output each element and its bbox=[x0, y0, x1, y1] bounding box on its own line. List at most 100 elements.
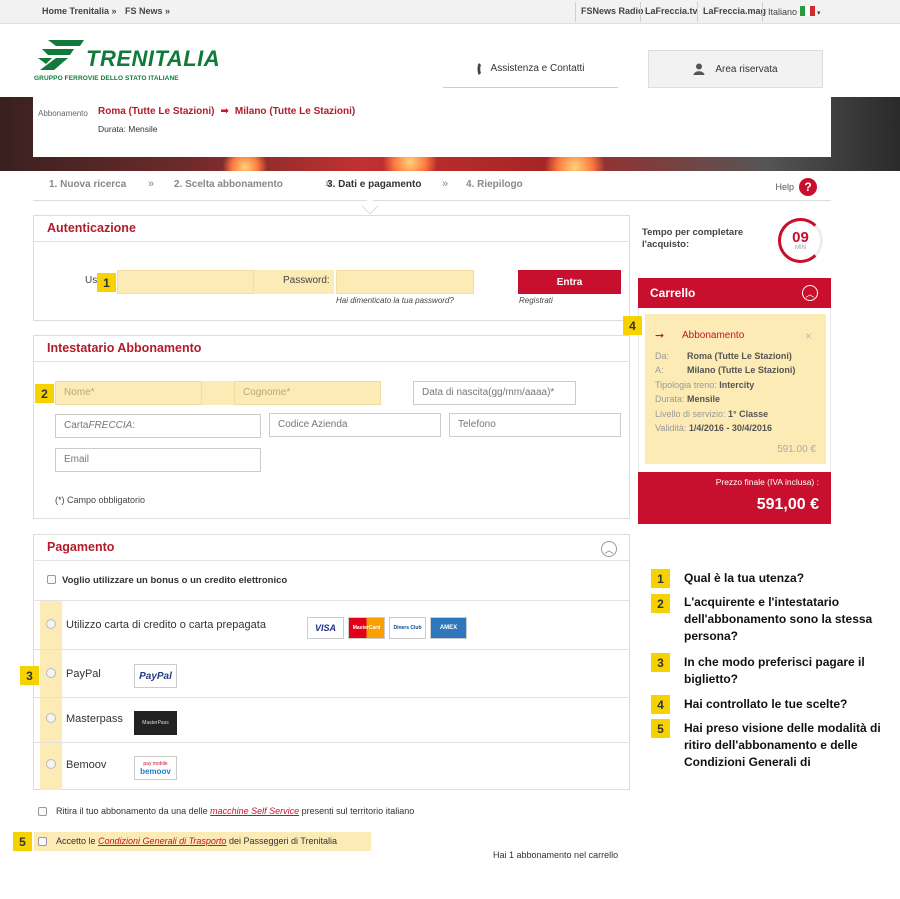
forgot-password-link[interactable]: Hai dimenticato la tua password? bbox=[336, 296, 454, 305]
accept-terms-checkbox[interactable] bbox=[38, 837, 47, 846]
legend-marker-5: 5 bbox=[651, 719, 670, 738]
lafreccia-tv-link[interactable]: LaFreccia.tv bbox=[645, 6, 698, 16]
route: Roma (Tutte Le Stazioni) ➡ Milano (Tutte L… bbox=[98, 106, 356, 117]
legend-marker-2: 2 bbox=[651, 594, 670, 613]
arrow-right-icon: ➞ bbox=[655, 330, 665, 342]
remove-item-icon[interactable]: × bbox=[805, 329, 812, 343]
bonus-label: Voglio utilizzare un bonus o un credito … bbox=[62, 575, 288, 586]
fsnews-link[interactable]: FS News » bbox=[125, 6, 170, 16]
phone-icon bbox=[477, 62, 481, 75]
question-3: In che modo preferisci pagare il bigliet… bbox=[684, 655, 865, 686]
cart-item-title: Abbonamento bbox=[682, 330, 745, 341]
cart-row-from: Da: bbox=[655, 351, 670, 361]
progress-steps: 1. Nuova ricerca » 2. Scelta abbonamento… bbox=[33, 171, 831, 201]
bonus-checkbox[interactable] bbox=[47, 575, 56, 584]
divider bbox=[640, 2, 641, 22]
phone-input[interactable]: Telefono bbox=[449, 413, 621, 437]
password-label: Password: bbox=[283, 275, 330, 286]
question-1: Qual è la tua utenza? bbox=[684, 571, 805, 585]
auth-title: Autenticazione bbox=[47, 221, 136, 235]
timer-unit: MIN bbox=[795, 244, 806, 251]
password-input[interactable] bbox=[336, 270, 474, 294]
marker-5: 5 bbox=[13, 832, 32, 851]
legend-marker-1: 1 bbox=[651, 569, 670, 588]
divider bbox=[34, 361, 629, 362]
home-link[interactable]: Home Trenitalia » bbox=[42, 6, 117, 16]
divider bbox=[34, 742, 629, 743]
cart-item-price: 591.00 € bbox=[777, 444, 816, 455]
company-code-input[interactable]: Codice Azienda bbox=[269, 413, 441, 437]
selfservice-link[interactable]: macchine Self Service bbox=[210, 806, 299, 816]
search-summary: Abbonamento Roma (Tutte Le Stazioni) ➡ Mil… bbox=[33, 97, 831, 157]
step-separator: » bbox=[148, 178, 155, 190]
trenitalia-logo-icon[interactable] bbox=[34, 36, 86, 72]
masterpass-label: Masterpass bbox=[66, 713, 123, 725]
cart-total: Prezzo finale (IVA inclusa) : 591,00 € bbox=[638, 472, 831, 524]
duration: Durata: Mensile bbox=[98, 124, 158, 134]
selfservice-checkbox[interactable] bbox=[38, 807, 47, 816]
arrow-right-icon: ➡ bbox=[220, 106, 229, 117]
masterpass-radio[interactable] bbox=[46, 713, 56, 723]
paypal-radio[interactable] bbox=[46, 668, 56, 678]
user-icon bbox=[693, 63, 705, 75]
marker-4: 4 bbox=[623, 316, 642, 335]
step-2[interactable]: 2. Scelta abbonamento bbox=[174, 179, 283, 190]
cart-row-train: Tipologia treno: Intercity bbox=[655, 380, 755, 390]
step-1[interactable]: 1. Nuova ricerca bbox=[49, 179, 126, 190]
paypal-logo-icon: PayPal bbox=[134, 664, 177, 688]
credit-card-radio[interactable] bbox=[46, 619, 56, 629]
final-price: 591,00 € bbox=[756, 496, 819, 513]
cart-title: Carrello bbox=[650, 286, 696, 300]
holder-title: Intestatario Abbonamento bbox=[47, 341, 202, 355]
summary-label: Abbonamento bbox=[38, 109, 88, 118]
payment-panel bbox=[33, 534, 630, 790]
divider bbox=[34, 560, 629, 561]
step-3-active: 3. Dati e pagamento bbox=[327, 179, 422, 190]
logo-subtitle: GRUPPO FERROVIE DELLO STATO ITALIANE bbox=[34, 75, 179, 82]
accept-terms-label: Accetto le Condizioni Generali di Traspo… bbox=[56, 836, 337, 846]
visa-icon: VISA bbox=[307, 617, 344, 639]
birthdate-input[interactable]: Data di nascita(gg/mm/aaaa)* bbox=[413, 381, 576, 405]
step-4: 4. Riepilogo bbox=[466, 179, 523, 190]
lafreccia-mag-link[interactable]: LaFreccia.mag bbox=[703, 6, 766, 16]
cart-collapse-icon[interactable]: ︿ bbox=[802, 285, 818, 301]
username-label: Us bbox=[85, 275, 98, 286]
login-button[interactable]: Entra bbox=[518, 270, 621, 294]
name-input[interactable]: Nome* bbox=[55, 381, 202, 405]
timer-ring: 09 MIN bbox=[778, 218, 823, 263]
cart-row-to: A: bbox=[655, 365, 664, 375]
question-5: Hai preso visione delle modalità di riti… bbox=[684, 721, 881, 769]
cart-row-duration: Durata: Mensile bbox=[655, 394, 721, 404]
assistance-button[interactable]: Assistenza e Contatti bbox=[443, 50, 618, 88]
register-link[interactable]: Registrati bbox=[519, 296, 553, 305]
username-input[interactable] bbox=[117, 270, 254, 294]
divider bbox=[762, 2, 763, 22]
selfservice-label: Ritira il tuo abbonamento da una delle m… bbox=[56, 806, 415, 816]
collapse-icon[interactable]: ︿ bbox=[601, 541, 617, 557]
fsnews-radio-link[interactable]: FSNews Radio bbox=[581, 6, 644, 16]
highlight-band bbox=[202, 381, 234, 405]
divider bbox=[34, 600, 629, 601]
bemoov-radio[interactable] bbox=[46, 759, 56, 769]
legend-marker-3: 3 bbox=[651, 653, 670, 672]
cart-header: Carrello ︿ bbox=[638, 278, 831, 308]
question-4: Hai controllato le tue scelte? bbox=[684, 697, 848, 711]
cart-count: Hai 1 abbonamento nel carrello bbox=[493, 850, 619, 860]
diners-icon: Diners Club bbox=[389, 617, 426, 639]
email-input[interactable]: Email bbox=[55, 448, 261, 472]
timer-label: Tempo per completare l'acquisto: bbox=[642, 227, 744, 250]
language-selector[interactable]: Italiano ▾ bbox=[768, 6, 821, 17]
surname-input[interactable]: Cognome* bbox=[234, 381, 381, 405]
divider bbox=[697, 2, 698, 22]
help-button[interactable]: Help? bbox=[775, 178, 817, 196]
terms-link[interactable]: Condizioni Generali di Trasporto bbox=[98, 836, 226, 846]
bemoov-label: Bemoov bbox=[66, 759, 107, 771]
final-price-label: Prezzo finale (IVA inclusa) : bbox=[715, 477, 819, 487]
divider bbox=[34, 697, 629, 698]
cart-row-validity: Validità: 1/4/2016 - 30/4/2016 bbox=[655, 423, 772, 433]
marker-2: 2 bbox=[35, 384, 54, 403]
help-icon: ? bbox=[799, 178, 817, 196]
required-note: (*) Campo obbligatorio bbox=[55, 495, 146, 505]
cartafreccia-input[interactable]: CartaFRECCIA: bbox=[55, 414, 261, 438]
reserved-area-button[interactable]: Area riservata bbox=[648, 50, 823, 88]
